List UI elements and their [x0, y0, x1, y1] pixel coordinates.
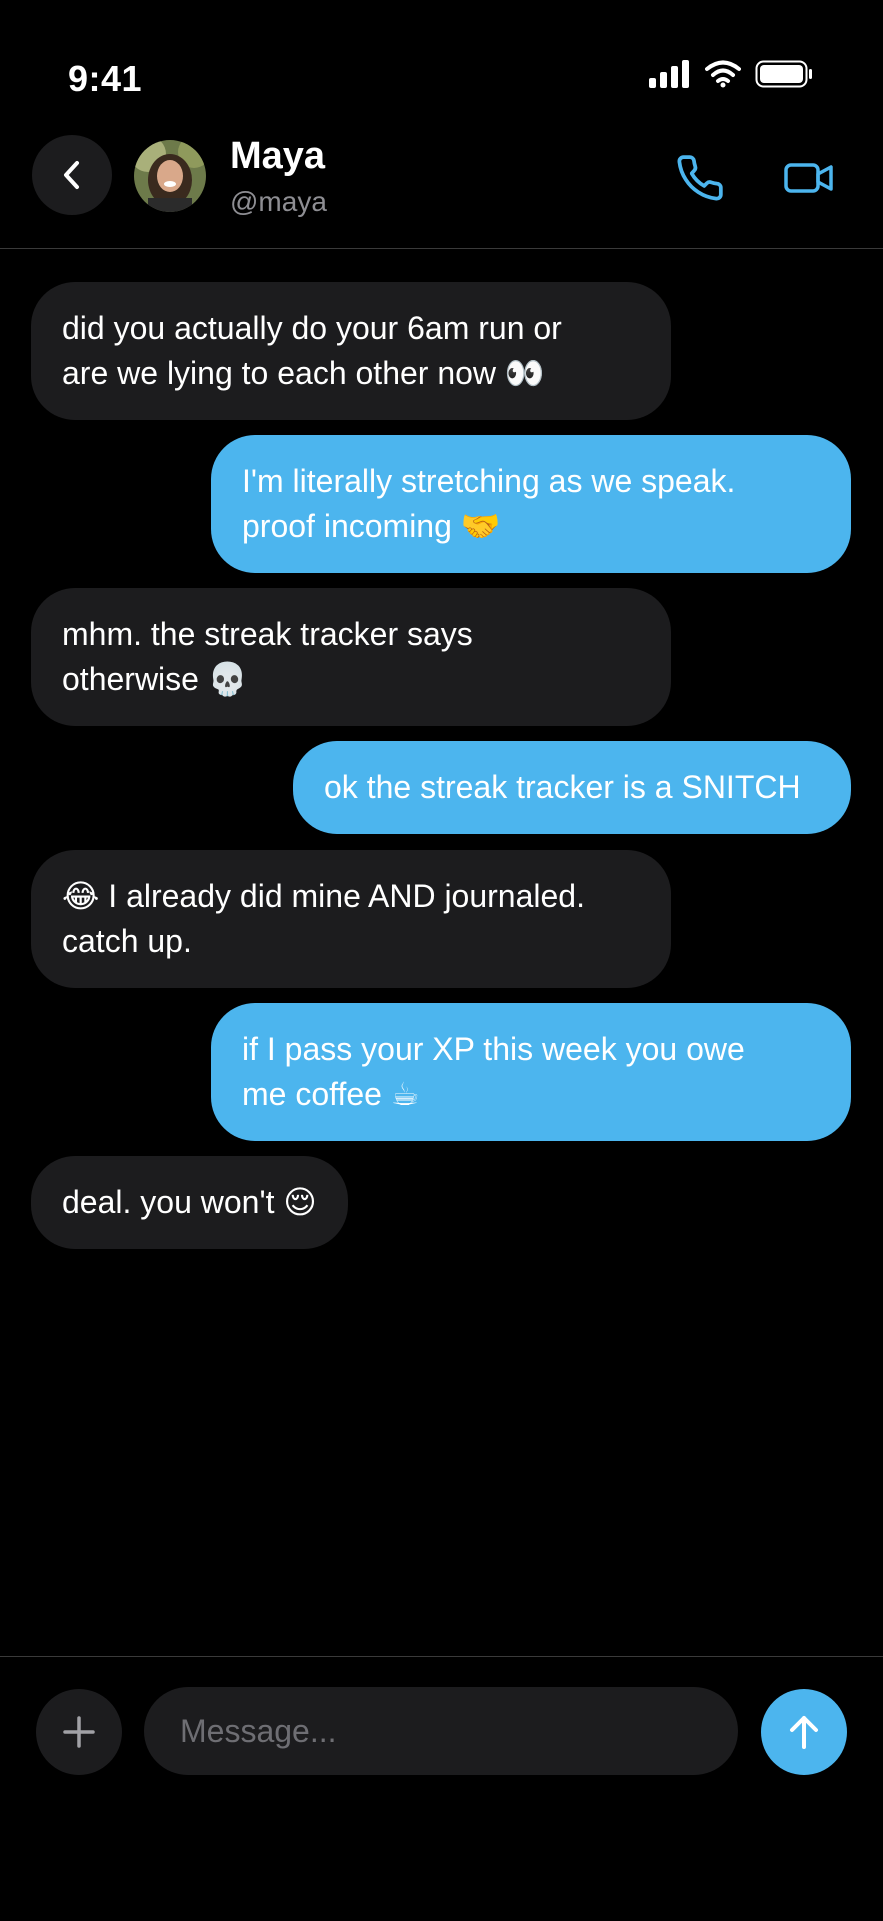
- contact-name: Maya: [230, 135, 326, 177]
- status-time: 9:41: [68, 58, 143, 99]
- message-bubble-incoming[interactable]: 😂 I already did mine AND journaled. catc…: [31, 850, 671, 988]
- contact-handle: @maya: [230, 186, 327, 217]
- message-bubble-outgoing[interactable]: if I pass your XP this week you owe me c…: [211, 1003, 851, 1141]
- avatar[interactable]: [134, 140, 206, 212]
- battery-icon: [755, 60, 812, 88]
- back-button[interactable]: [32, 135, 112, 215]
- add-attachment-button[interactable]: [36, 1689, 122, 1775]
- plus-icon: [63, 1716, 95, 1748]
- status-bar: 9:41: [0, 0, 883, 140]
- video-camera-icon: [784, 163, 833, 193]
- message-composer: [0, 1656, 883, 1921]
- arrow-up-icon: [790, 1716, 818, 1749]
- status-icons: [649, 60, 813, 88]
- message-bubble-outgoing[interactable]: ok the streak tracker is a SNITCH: [293, 741, 851, 834]
- chevron-left-icon: [64, 161, 79, 189]
- message-text: otherwise 💀: [62, 661, 248, 697]
- message-text: I'm literally stretching as we speak.: [242, 463, 736, 499]
- send-button[interactable]: [761, 1689, 847, 1775]
- avatar-photo: [134, 140, 206, 212]
- message-text: deal. you won't 😌: [62, 1184, 317, 1220]
- message-text: 😂 I already did mine AND journaled.: [62, 878, 585, 914]
- conversation-header: Maya @maya: [0, 130, 883, 249]
- call-button[interactable]: [670, 148, 730, 208]
- message-bubble-outgoing[interactable]: I'm literally stretching as we speak. pr…: [211, 435, 851, 573]
- video-call-button[interactable]: [778, 148, 840, 208]
- message-bubble-incoming[interactable]: deal. you won't 😌: [31, 1156, 348, 1249]
- message-text: ok the streak tracker is a SNITCH: [324, 769, 801, 805]
- message-bubble-incoming[interactable]: mhm. the streak tracker says otherwise 💀: [31, 588, 671, 726]
- message-text: did you actually do your 6am run or: [62, 310, 562, 346]
- message-text: me coffee ☕: [242, 1076, 420, 1112]
- message-bubble-incoming[interactable]: did you actually do your 6am run or are …: [31, 282, 671, 420]
- message-text: catch up.: [62, 923, 192, 959]
- message-text: if I pass your XP this week you owe: [242, 1031, 745, 1067]
- wifi-icon: [705, 60, 741, 88]
- message-text: mhm. the streak tracker says: [62, 616, 473, 652]
- message-input[interactable]: [144, 1687, 738, 1775]
- cellular-signal-icon: [649, 60, 689, 88]
- message-text: are we lying to each other now 👀: [62, 355, 545, 391]
- phone-icon: [677, 155, 723, 201]
- message-text: proof incoming 🤝: [242, 508, 501, 544]
